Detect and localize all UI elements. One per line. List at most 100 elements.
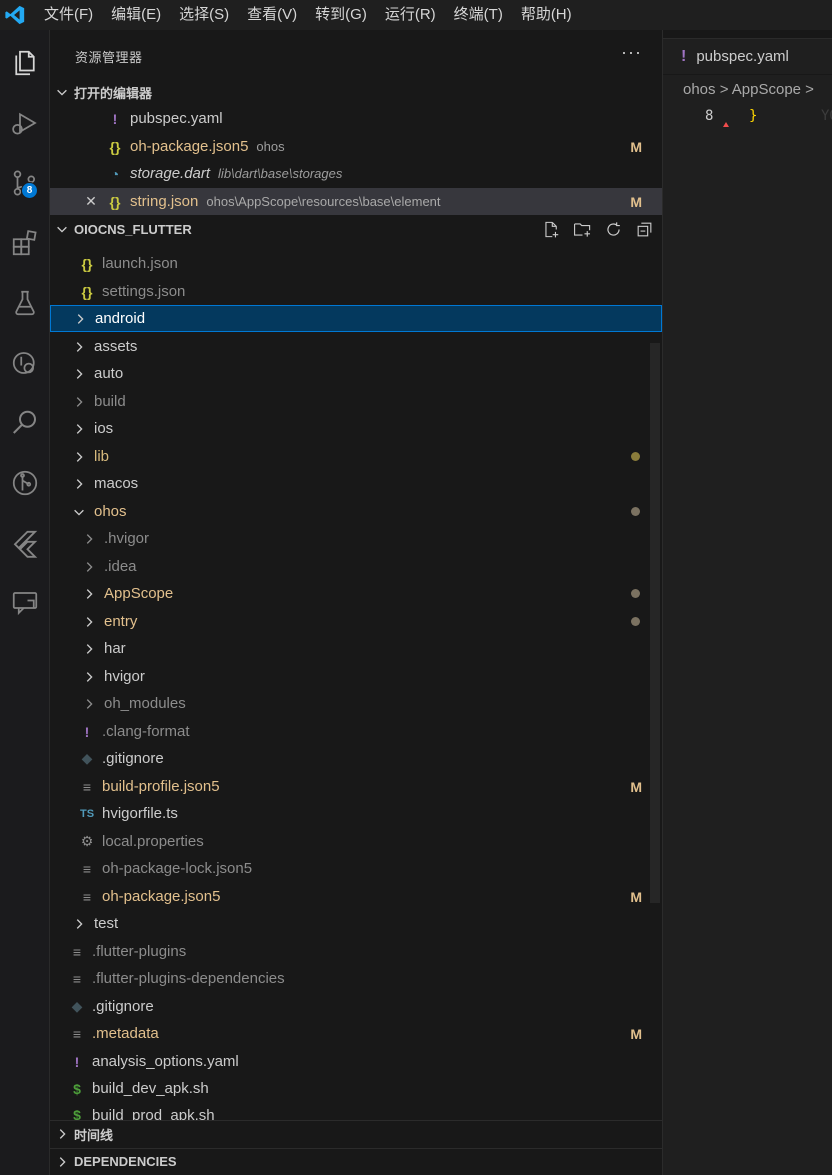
chevron-right-icon [50,1127,74,1141]
tree-folder[interactable]: ios [50,415,662,442]
file-name: .gitignore [92,998,154,1015]
exclaim-file-icon: ! [84,723,90,740]
workspace-header[interactable]: OIOCNS_FLUTTER [50,216,662,242]
tree-folder[interactable]: har [50,635,662,662]
tree-item[interactable]: $ build_prod_apk.sh [50,1103,662,1120]
tree-item[interactable]: ≡ build-profile.json5 M [50,773,662,800]
menu-terminal[interactable]: 终端(T) [446,0,511,30]
tree-folder-focused[interactable]: android [50,305,662,332]
chevron-down-icon [50,222,74,236]
tree-item[interactable]: ≡ .flutter-plugins [50,938,662,965]
new-file-icon[interactable] [542,220,561,239]
more-actions-button[interactable]: ··· [621,42,642,63]
editor-area: ! pubspec.yaml ohos > AppScope > 8 } YO [662,30,832,1175]
open-editor-item[interactable]: ! pubspec.yaml [50,105,662,132]
menu-view[interactable]: 查看(V) [239,0,305,30]
chat-icon[interactable] [0,578,50,628]
close-icon[interactable]: ✕ [82,193,100,210]
timeline-header[interactable]: 时间线 [50,1121,662,1147]
git-graph-icon[interactable] [0,458,50,508]
menu-edit[interactable]: 编辑(E) [103,0,169,30]
chevron-right-icon [70,395,88,409]
shell-file-icon: $ [73,1080,81,1097]
run-debug-icon[interactable] [0,98,50,148]
file-name: oh-package-lock.json5 [102,860,253,877]
menu-help[interactable]: 帮助(H) [513,0,580,30]
new-folder-icon[interactable] [573,220,592,239]
source-control-icon[interactable]: 8 [0,158,50,208]
text-file-icon: ≡ [82,860,92,877]
tree-item[interactable]: ◆ .gitignore [50,745,662,772]
chevron-right-icon [50,1155,74,1169]
tree-folder[interactable]: build [50,388,662,415]
open-editor-item[interactable]: ◔ storage.dart lib\dart\base\storages [50,160,662,187]
tree-folder[interactable]: test [50,910,662,937]
refresh-icon[interactable] [604,220,623,239]
workspace-label: OIOCNS_FLUTTER [74,221,192,237]
modified-dot [631,617,640,626]
chevron-right-icon [70,367,88,381]
tree-folder[interactable]: .idea [50,553,662,580]
tree-item[interactable]: {} settings.json [50,278,662,305]
tree-item[interactable]: TS hvigorfile.ts [50,800,662,827]
tree-item[interactable]: ◆ .gitignore [50,993,662,1020]
tree-scrollbar[interactable] [650,343,660,903]
menu-run[interactable]: 运行(R) [377,0,444,30]
dependencies-header[interactable]: DEPENDENCIES [50,1148,662,1174]
tree-folder[interactable]: lib [50,443,662,470]
git-file-icon: ◆ [81,750,93,766]
yaml-file-icon: ! [74,1053,80,1070]
menu-file[interactable]: 文件(F) [36,0,101,30]
tree-folder[interactable]: macos [50,470,662,497]
code-line[interactable]: 8 } YO [663,106,832,128]
tab-pubspec[interactable]: ! pubspec.yaml [663,38,832,74]
activity-bar: 8 [0,30,50,1175]
tree-folder-expanded[interactable]: ohos [50,498,662,525]
tree-item[interactable]: ! .clang-format [50,718,662,745]
tree-item[interactable]: ! analysis_options.yaml [50,1048,662,1075]
open-editors-header[interactable]: 打开的编辑器 [50,79,662,105]
file-path: ohos [256,139,285,154]
timeline-label: 时间线 [74,1127,114,1143]
file-path: ohos\AppScope\resources\base\element [206,194,441,209]
tree-item[interactable]: ≡ .metadata M [50,1020,662,1047]
breadcrumb[interactable]: ohos > AppScope > [683,81,814,98]
tree-item[interactable]: $ build_dev_apk.sh [50,1075,662,1102]
tree-item[interactable]: {} launch.json [50,250,662,277]
chevron-right-icon [71,312,89,326]
folder-name: android [95,310,146,327]
modified-dot [631,452,640,461]
tree-folder[interactable]: assets [50,333,662,360]
tree-folder[interactable]: .hvigor [50,525,662,552]
tree-folder[interactable]: hvigor [50,663,662,690]
tree-item[interactable]: ≡ .flutter-plugins-dependencies [50,965,662,992]
folder-name: .hvigor [104,530,150,547]
vscode-logo-icon [0,0,30,30]
tree-folder[interactable]: auto [50,360,662,387]
tree-item[interactable]: ≡ oh-package-lock.json5 [50,855,662,882]
remote-explorer-icon[interactable] [0,338,50,388]
text-file-icon: ≡ [82,888,92,905]
open-editor-item-active[interactable]: ✕ {} string.json ohos\AppScope\resources… [50,188,662,215]
testing-flask-icon[interactable] [0,278,50,328]
extensions-icon[interactable] [0,218,50,268]
text-file-icon: ≡ [72,970,82,987]
code-text: } [749,108,758,124]
open-editor-item[interactable]: {} oh-package.json5 ohos M [50,133,662,160]
tree-folder[interactable]: AppScope [50,580,662,607]
tree-item[interactable]: ⚙ local.properties [50,828,662,855]
json-file-icon: {} [81,255,93,272]
tree-folder[interactable]: entry [50,608,662,635]
chevron-right-icon [70,422,88,436]
collapse-all-icon[interactable] [635,220,654,239]
folder-name: test [94,915,119,932]
flutter-icon[interactable] [0,518,50,568]
folder-name: auto [94,365,124,382]
tree-item[interactable]: ≡ oh-package.json5 M [50,883,662,910]
menu-go[interactable]: 转到(G) [307,0,375,30]
search-icon[interactable] [0,398,50,448]
menu-selection[interactable]: 选择(S) [171,0,237,30]
modified-dot [631,507,640,516]
tree-folder[interactable]: oh_modules [50,690,662,717]
explorer-icon[interactable] [0,38,50,88]
